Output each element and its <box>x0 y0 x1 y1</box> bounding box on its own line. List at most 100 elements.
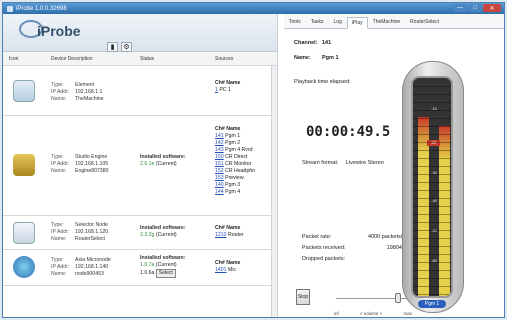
name-label: Name: <box>51 96 67 102</box>
table-row[interactable]: Type: Studio Engine IP Addr: 192.168.1.105… <box>3 116 278 216</box>
ch-header: Ch# <box>215 126 225 132</box>
device-panel: iProbe ▮ ⚙ Icon Device Description Statu… <box>3 14 278 317</box>
name-header: Name <box>226 126 241 132</box>
stop-button[interactable]: Stop <box>296 289 310 305</box>
studio-engine-icon <box>13 154 35 176</box>
meter-segment-line <box>413 142 451 143</box>
meter-segment-line <box>413 94 451 95</box>
ip-label: IP Addr: <box>51 161 70 167</box>
type-label: Type: <box>51 257 64 263</box>
table-row[interactable]: Type: Element IP Addr: 192.168.1.1 Name: Th… <box>3 66 278 116</box>
source-ch-link[interactable]: 141 <box>215 133 224 139</box>
title-bar: iProbe 1.0.0.32698 — □ ✕ <box>3 3 504 14</box>
packet-rate-row: Packet rate: 4000 packets/s <box>302 234 405 240</box>
device-ip: 192.168.1.1 <box>75 89 103 95</box>
software-version: 2.3.2g <box>140 232 155 238</box>
device-name: node900453 <box>75 271 104 277</box>
meter-segment-line <box>413 86 451 87</box>
meter-segment-line <box>413 134 451 135</box>
close-button[interactable]: ✕ <box>483 4 501 12</box>
col-icon[interactable]: Icon <box>9 56 18 62</box>
name-label: Name: <box>51 236 67 242</box>
source-name: Pgm 4 Rvrd <box>225 147 253 153</box>
software-current: (Current) <box>155 262 177 268</box>
col-device-description[interactable]: Device Description <box>51 56 93 62</box>
source-ch-link[interactable]: 152 <box>215 168 224 174</box>
meter-segment-line <box>413 214 451 215</box>
name-label: Name: <box>51 168 67 174</box>
source-ch-link[interactable]: 153 <box>215 175 224 181</box>
col-sources[interactable]: Sources <box>215 56 233 62</box>
packets-received-row: Packets received: 198040 <box>302 245 405 251</box>
tab-log[interactable]: Log <box>328 16 346 28</box>
settings-gear-icon[interactable]: ⚙ <box>121 42 132 52</box>
meter-segment-line <box>413 278 451 279</box>
stream-format-label: Stream format: <box>302 160 339 166</box>
tab-iplay[interactable]: iPlay <box>346 17 368 29</box>
source-name: CR Direct <box>225 154 248 160</box>
source-name: Pgm 2 <box>225 140 241 146</box>
source-ch-link[interactable]: 150 <box>215 154 224 160</box>
meter-segment-line <box>413 206 451 207</box>
device-type: Element <box>75 82 95 88</box>
meter-segment-line <box>413 254 451 255</box>
name-label: Name: <box>51 271 67 277</box>
channel-value: 141 <box>322 40 332 46</box>
table-row[interactable]: Type: Axia Micronode IP Addr: 192.168.1.14… <box>3 250 278 286</box>
axia-micronode-icon <box>13 256 35 278</box>
packet-rate-label: Packet rate: <box>302 234 332 240</box>
maximize-button[interactable]: □ <box>468 4 482 12</box>
source-ch-link[interactable]: 140 <box>215 182 224 188</box>
meter-segment-line <box>413 166 451 167</box>
meter-segment-line <box>413 150 451 151</box>
source-ch-link[interactable]: 142 <box>215 140 224 146</box>
volume-max-label: max <box>403 311 412 316</box>
meter-segment-line <box>413 198 451 199</box>
software-heading: Installed software: <box>140 154 186 160</box>
meter-segment-line <box>413 230 451 231</box>
meter-segment-line <box>413 190 451 191</box>
col-status[interactable]: Status <box>140 56 154 62</box>
stream-format: Stream format: Livewire Stereo <box>302 160 384 166</box>
ch-header: Ch# <box>215 260 225 266</box>
name-header: Name <box>226 260 241 266</box>
source-ch-link[interactable]: 1401 <box>215 267 227 273</box>
window-title: iProbe 1.0.0.32698 <box>16 5 67 12</box>
tab-routerselect[interactable]: RouterSelect <box>405 16 444 28</box>
tab-themachine[interactable]: TheMachine <box>368 16 406 28</box>
dropped-packets-label: Dropped packets: <box>302 256 346 262</box>
tab-tasks[interactable]: Tasks <box>306 16 329 28</box>
software-version: 1.0.7a <box>140 262 155 268</box>
selector-node-icon <box>13 222 35 244</box>
device-name: TheMachine <box>75 96 104 102</box>
type-label: Type: <box>51 82 64 88</box>
meter-segment-line <box>413 270 451 271</box>
device-type: Axia Micronode <box>75 257 111 263</box>
volume-slider-knob[interactable] <box>395 293 401 303</box>
ip-label: IP Addr: <box>51 229 70 235</box>
source-name: Preview <box>225 175 244 181</box>
device-type: Studio Engine <box>75 154 108 160</box>
audio-level-meter: -10 -20 -30 -40 -50 -60 <box>411 76 453 298</box>
meter-channel-label: Pgm 1 <box>418 300 446 308</box>
software-alt-version: 1.0.6a <box>140 270 155 276</box>
device-toolbar-icon[interactable]: ▮ <box>107 42 118 52</box>
source-ch-link[interactable]: 151 <box>215 161 224 167</box>
source-ch-link[interactable]: 1210 <box>215 232 227 238</box>
source-ch-link[interactable]: 144 <box>215 189 224 195</box>
software-version: 2.6.1e <box>140 161 155 167</box>
source-ch-link[interactable]: 143 <box>215 147 224 153</box>
ip-label: IP Addr: <box>51 264 70 270</box>
device-ip: 192.168.1.105 <box>75 161 109 167</box>
source-ch-link[interactable]: 1 <box>215 87 218 93</box>
elapsed-time: 00:00:49.5 <box>306 124 391 140</box>
select-version-button[interactable]: Select <box>155 269 176 278</box>
software-heading: Installed software: <box>140 255 186 261</box>
source-name: Router <box>228 232 244 238</box>
vertical-scrollbar[interactable] <box>271 66 277 317</box>
minimize-button[interactable]: — <box>453 4 467 12</box>
source-name: Pgm 3 <box>225 182 241 188</box>
tab-tools[interactable]: Tools <box>284 16 306 28</box>
table-row[interactable]: Type: Selector Node IP Addr: 192.168.1.120… <box>3 216 278 250</box>
software-current: (Current) <box>155 232 177 238</box>
